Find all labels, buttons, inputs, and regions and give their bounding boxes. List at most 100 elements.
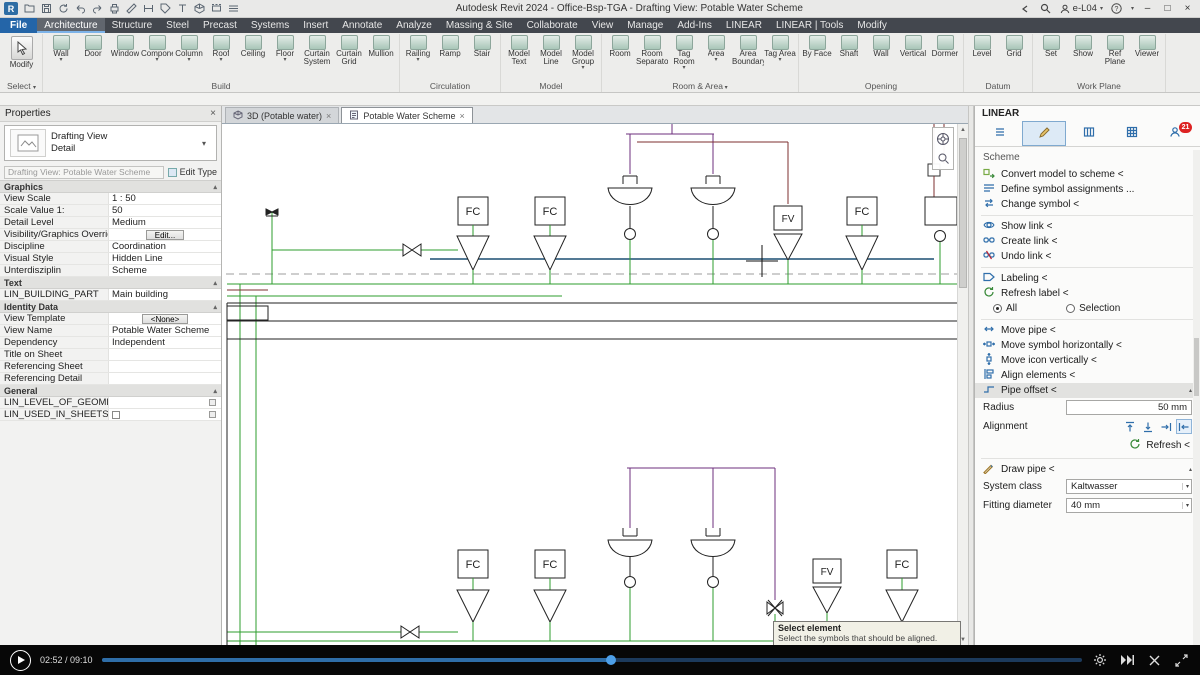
revit-logo[interactable]: R (4, 2, 18, 15)
thin-lines-icon[interactable] (226, 2, 241, 16)
ribbon-group-label[interactable]: Work Plane (1035, 81, 1163, 92)
ribbon-group-label[interactable]: Build (45, 81, 397, 92)
tool-room-separator[interactable]: Room Separator (636, 34, 668, 66)
ribbon-tab-linear[interactable]: LINEAR (719, 18, 769, 33)
section-icon[interactable] (209, 2, 224, 16)
property-value[interactable]: Coordination (108, 241, 221, 252)
measure-icon[interactable] (124, 2, 139, 16)
tool-window[interactable]: Window (109, 34, 141, 58)
tool-mullion[interactable]: Mullion (365, 34, 397, 58)
property-section-text[interactable]: Text▴ (0, 277, 221, 289)
aligned-dimension-icon[interactable] (141, 2, 156, 16)
ribbon-group-label[interactable]: Model (503, 81, 599, 92)
ribbon-tab-analyze[interactable]: Analyze (389, 18, 439, 33)
valve-symbol[interactable] (401, 626, 419, 638)
restore-button[interactable]: □ (1161, 3, 1174, 14)
property-value[interactable]: <None> (108, 313, 221, 324)
tool-component[interactable]: Component▾ (141, 34, 173, 62)
properties-close-icon[interactable]: × (210, 108, 216, 119)
field-radius-input[interactable]: 50 mm (1066, 400, 1192, 415)
select-group-label[interactable]: Select ▾ (3, 81, 40, 92)
linear-action-draw-pipe[interactable]: Draw pipe <▴ (975, 462, 1200, 477)
settings-gear-icon[interactable] (1091, 651, 1109, 669)
tool-viewer[interactable]: Viewer (1131, 34, 1163, 58)
property-button[interactable]: Edit... (146, 230, 184, 240)
ribbon-group-label[interactable]: Datum (966, 81, 1030, 92)
linear-action-define-symbol-assignments[interactable]: Define symbol assignments ... (975, 182, 1200, 197)
tool-model-text[interactable]: Model Text (503, 34, 535, 66)
modify-button[interactable]: Modify (3, 34, 40, 69)
property-mini-button[interactable] (209, 399, 216, 406)
tool-area[interactable]: Area▾ (700, 34, 732, 62)
tool-grid[interactable]: Grid (998, 34, 1030, 58)
property-section-identity-data[interactable]: Identity Data▴ (0, 301, 221, 313)
video-progress-bar[interactable] (102, 658, 1082, 662)
linear-action-labeling[interactable]: Labeling < (975, 271, 1200, 286)
linear-action-create-link[interactable]: Create link < (975, 234, 1200, 249)
radio-option-all[interactable]: All (993, 303, 1017, 314)
type-selector[interactable]: Drafting View Detail ▾ (4, 125, 217, 161)
minimize-button[interactable]: – (1141, 3, 1154, 14)
fixture-sink[interactable] (691, 528, 735, 641)
linear-action-refresh-label[interactable]: Refresh label < (975, 286, 1200, 301)
tool-area-boundary[interactable]: Area Boundary (732, 34, 764, 66)
fixture-fc[interactable]: FC (457, 197, 489, 284)
linear-action-pipe-offset[interactable]: Pipe offset <▴ (975, 383, 1200, 398)
purple-distribution-top[interactable] (626, 124, 714, 174)
close-button[interactable]: × (1181, 3, 1194, 14)
property-button[interactable]: <None> (142, 314, 188, 324)
sync-icon[interactable] (56, 2, 71, 16)
help-caret-icon[interactable]: ▾ (1131, 5, 1134, 12)
save-icon[interactable] (39, 2, 54, 16)
ribbon-tab-precast[interactable]: Precast (196, 18, 244, 33)
ribbon-tab-insert[interactable]: Insert (296, 18, 335, 33)
tool-show[interactable]: Show (1067, 34, 1099, 58)
collapse-arrow-icon[interactable] (1018, 2, 1032, 16)
drawing-canvas[interactable]: FC FC FC (222, 124, 968, 645)
ribbon-tab-view[interactable]: View (585, 18, 621, 33)
tool-dormer[interactable]: Dormer (929, 34, 961, 58)
ribbon-tab-file[interactable]: File (0, 18, 37, 33)
ribbon-tab-linear-tools[interactable]: LINEAR | Tools (769, 18, 850, 33)
fixture-fc[interactable]: FC (534, 197, 566, 284)
linear-action-move-symbol-horizontally[interactable]: Move symbol horizontally < (975, 338, 1200, 353)
radio-option-selection[interactable]: Selection (1066, 303, 1120, 314)
fixture-partial[interactable] (925, 197, 957, 284)
ribbon-tab-steel[interactable]: Steel (159, 18, 196, 33)
tool-level[interactable]: Level (966, 34, 998, 58)
ribbon-group-label[interactable]: Circulation (402, 81, 498, 92)
open-file-icon[interactable] (22, 2, 37, 16)
property-value[interactable]: Scheme (108, 265, 221, 276)
help-icon[interactable]: ? (1110, 2, 1124, 16)
linear-action-move-icon-vertically[interactable]: Move icon vertically < (975, 353, 1200, 368)
property-value[interactable] (108, 349, 221, 360)
default-3d-view-icon[interactable] (192, 2, 207, 16)
fixture-fc[interactable]: FC (846, 197, 878, 284)
playback-speed-icon[interactable] (1118, 651, 1136, 669)
tool-vertical[interactable]: Vertical (897, 34, 929, 58)
canvas-vertical-scrollbar[interactable]: ▲ ▼ (957, 124, 968, 645)
ribbon-tab-modify[interactable]: Modify (850, 18, 893, 33)
align-left-icon[interactable] (1176, 419, 1192, 434)
align-bottom-icon[interactable] (1140, 419, 1156, 434)
ribbon-group-label[interactable]: Opening (801, 81, 961, 92)
fixture-sink[interactable] (691, 176, 735, 284)
ribbon-tab-massing-site[interactable]: Massing & Site (439, 18, 520, 33)
purple-distribution-bottom[interactable] (627, 468, 775, 600)
tool-curtain-grid[interactable]: Curtain Grid (333, 34, 365, 66)
tool-model-line[interactable]: Model Line (535, 34, 567, 66)
tool-model-group[interactable]: Model Group▾ (567, 34, 599, 70)
refresh-button[interactable]: Refresh < (975, 436, 1200, 455)
tool-column[interactable]: Column▾ (173, 34, 205, 62)
view-tab-close-icon[interactable]: × (326, 111, 331, 121)
ribbon-tab-systems[interactable]: Systems (244, 18, 296, 33)
ribbon-tab-structure[interactable]: Structure (105, 18, 160, 33)
tool-room[interactable]: Room (604, 34, 636, 58)
property-checkbox[interactable] (112, 411, 120, 419)
ribbon-tab-collaborate[interactable]: Collaborate (520, 18, 585, 33)
property-value[interactable]: Independent (108, 337, 221, 348)
linear-action-convert-model-to-scheme[interactable]: Convert model to scheme < (975, 167, 1200, 182)
tool-stair[interactable]: Stair (466, 34, 498, 58)
account-menu[interactable]: e-L04 ▾ (1060, 3, 1103, 14)
view-filter-combo[interactable]: Drafting View: Potable Water Scheme (4, 166, 164, 179)
